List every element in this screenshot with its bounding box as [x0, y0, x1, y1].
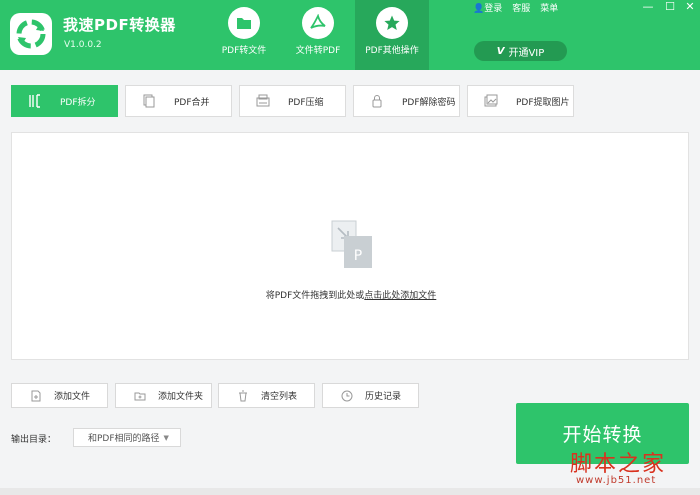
tab-label: PDF拆分 — [60, 97, 96, 108]
tab-pdf-split[interactable]: PDF拆分 — [11, 85, 118, 117]
clear-list-button[interactable]: 清空列表 — [218, 383, 315, 408]
history-button[interactable]: 历史记录 — [322, 383, 419, 408]
top-links: 👤登录 客服 菜单 — [473, 1, 558, 14]
split-icon — [28, 94, 42, 108]
tab-label: PDF解除密码 — [402, 97, 456, 108]
clock-icon — [341, 390, 353, 402]
close-button[interactable]: ✕ — [682, 0, 698, 14]
pdf-icon — [310, 14, 326, 29]
compress-icon — [256, 94, 270, 108]
image-icon — [484, 94, 498, 108]
refresh-logo-icon — [16, 19, 46, 49]
nav-label: PDF转文件 — [221, 46, 267, 56]
app-version: V1.0.0.2 — [64, 40, 102, 50]
folder-icon — [237, 18, 251, 29]
nav-label: 文件转PDF — [295, 46, 341, 56]
nav-pdf-other[interactable]: PDF其他操作 — [355, 0, 429, 70]
menu-link[interactable]: 菜单 — [540, 1, 558, 14]
output-dir-label: 输出目录： — [11, 435, 57, 445]
nav-label: PDF其他操作 — [365, 46, 419, 56]
pdf-letter: P — [354, 248, 362, 264]
unlock-icon — [370, 94, 384, 108]
nav-pdf-to-file[interactable]: PDF转文件 — [207, 0, 281, 70]
tab-label: PDF压缩 — [288, 97, 324, 108]
maximize-button[interactable]: ☐ — [662, 0, 678, 14]
add-file-icon — [30, 390, 42, 402]
status-bar — [0, 488, 700, 495]
tab-label: PDF合并 — [174, 97, 210, 108]
watermark-url: www.jb51.net — [576, 475, 657, 486]
vip-icon: V — [496, 45, 505, 57]
tab-pdf-compress[interactable]: PDF压缩 — [239, 85, 346, 117]
chevron-down-icon: ▼ — [163, 433, 169, 442]
add-folder-button[interactable]: 添加文件夹 — [115, 383, 212, 408]
vip-label: 开通VIP — [508, 47, 545, 59]
user-icon: 👤 — [473, 4, 485, 14]
tab-pdf-extract-images[interactable]: PDF提取图片 — [467, 85, 574, 117]
output-dir-select[interactable]: 和PDF相同的路径 ▼ — [73, 428, 181, 447]
open-vip-button[interactable]: V 开通VIP — [474, 41, 567, 61]
watermark-text: 脚本之家 — [570, 452, 667, 477]
app-logo — [10, 13, 52, 55]
drop-hint: 将PDF文件拖拽到此处或点击此处添加文件 — [265, 291, 437, 301]
minimize-button[interactable]: — — [640, 0, 656, 14]
title-bar: 我速PDF转换器 V1.0.0.2 PDF转文件 文件转PDF PDF其他操作 … — [0, 0, 700, 70]
app-title: 我速PDF转换器 — [63, 16, 176, 34]
trash-icon — [237, 390, 249, 402]
add-file-link[interactable]: 点击此处添加文件 — [364, 291, 436, 301]
login-link[interactable]: 👤登录 — [473, 1, 502, 14]
pdf-file-drop-icon: P — [331, 220, 372, 268]
service-link[interactable]: 客服 — [512, 1, 530, 14]
file-drop-zone[interactable]: P 将PDF文件拖拽到此处或点击此处添加文件 — [11, 132, 689, 360]
star-icon — [384, 15, 400, 30]
nav-file-to-pdf[interactable]: 文件转PDF — [281, 0, 355, 70]
tab-pdf-unlock[interactable]: PDF解除密码 — [353, 85, 460, 117]
add-folder-icon — [134, 390, 146, 402]
merge-icon — [142, 94, 156, 108]
tab-pdf-merge[interactable]: PDF合并 — [125, 85, 232, 117]
tab-label: PDF提取图片 — [516, 97, 570, 108]
add-file-button[interactable]: 添加文件 — [11, 383, 108, 408]
watermark: 脚本之家 www.jb51.net — [570, 446, 695, 490]
